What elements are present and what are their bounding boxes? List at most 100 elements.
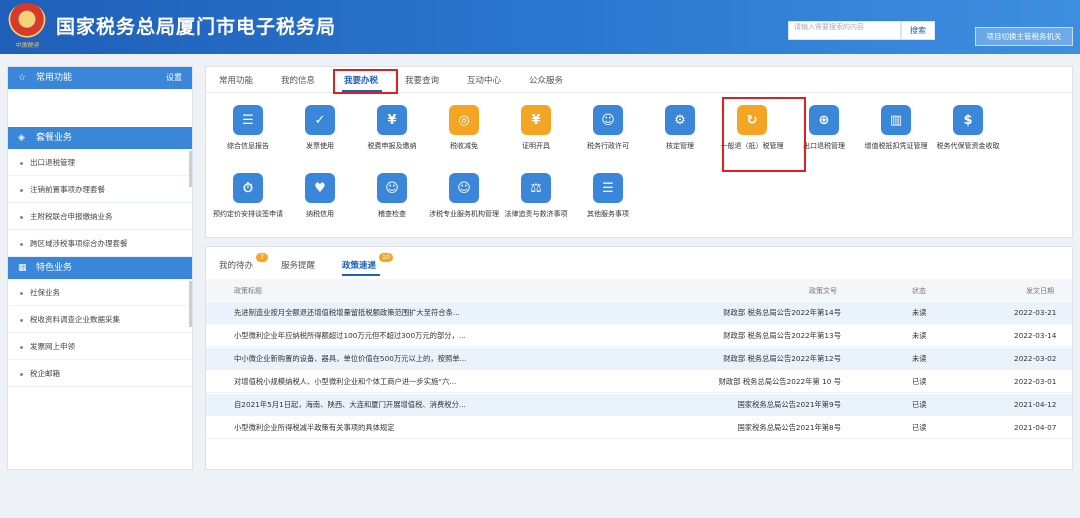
- policy-status: 未读: [912, 331, 927, 340]
- table-row[interactable]: 小型微利企业年应纳税所得额超过100万元但不超过300万元的部分，... 财政部 …: [206, 325, 1072, 347]
- col-status: 状态: [912, 287, 926, 295]
- tab-reminder[interactable]: 服务提醒: [281, 259, 315, 271]
- sidebar-item-data-collection[interactable]: 税收资料调查企业数据采集: [8, 306, 192, 333]
- sidebar-item-label: 税企邮箱: [30, 369, 60, 378]
- message-panel: 我的待办 7 服务提醒 政策速递 10 政策标题 政策文号 状态 发文日期 先进…: [205, 246, 1073, 470]
- tab-query[interactable]: 我要查询: [405, 74, 439, 86]
- service-highlight-box: [722, 97, 806, 172]
- sidebar-item-label: 发票网上申领: [30, 342, 75, 351]
- service-label: 综合信息报告: [227, 142, 269, 150]
- service-invoice-use[interactable]: ✓ 发票使用: [282, 105, 358, 151]
- sidebar-item-export-refund[interactable]: 出口退税管理: [8, 149, 192, 176]
- service-assessment[interactable]: ⚙ 核定管理: [642, 105, 718, 151]
- service-label: 税务代保管资金收取: [936, 142, 1000, 150]
- tab-my-info[interactable]: 我的信息: [281, 74, 315, 86]
- service-label: 证明开具: [522, 142, 550, 150]
- sidebar-item-deregistration[interactable]: 注销前置事项办理套餐: [8, 176, 192, 203]
- bullet-icon: [20, 372, 23, 376]
- tab-policy[interactable]: 政策速递: [342, 259, 376, 271]
- sidebar-item-label: 出口退税管理: [30, 158, 75, 167]
- service-agency-icon: ☺: [449, 173, 479, 203]
- search-input[interactable]: 请输入需要搜索的内容: [788, 21, 901, 40]
- export-refund-icon: ⊕: [809, 105, 839, 135]
- sidebar-item-mailbox[interactable]: 税企邮箱: [8, 360, 192, 387]
- service-label: 税费申报及缴纳: [367, 142, 417, 150]
- scrollbar[interactable]: [189, 281, 192, 327]
- table-row[interactable]: 先进制造业按月全额退还增值税增量留抵税额政策范围扩大至符合条... 财政部 税务总…: [206, 302, 1072, 324]
- policy-title: 小型微利企业年应纳税所得额超过100万元但不超过300万元的部分，...: [234, 331, 466, 340]
- service-info-report[interactable]: ☰ 综合信息报告: [210, 105, 286, 151]
- table-row[interactable]: 小型微利企业所得税减半政策有关事项的具体规定 国家税务总局公告2021年第8号 已读…: [206, 417, 1072, 439]
- tax-emblem-icon: [8, 3, 46, 39]
- service-inspection[interactable]: ☺ 稽查检查: [354, 173, 430, 219]
- service-label: 税收减免: [450, 142, 478, 150]
- bullet-icon: [20, 345, 23, 349]
- service-label: 纳税信用: [306, 210, 334, 218]
- table-row[interactable]: 对增值税小规模纳税人、小型微利企业和个体工商户进一步实施“六... 财政部 税务总…: [206, 371, 1072, 393]
- todo-count-badge: 7: [256, 253, 268, 262]
- sidebar-item-social-security[interactable]: 社保业务: [8, 279, 192, 306]
- assessment-icon: ⚙: [665, 105, 695, 135]
- service-tax-relief[interactable]: ◎ 税收减免: [426, 105, 502, 151]
- tab-todo[interactable]: 我的待办: [219, 259, 253, 271]
- site-title: 国家税务总局厦门市电子税务局: [56, 16, 337, 38]
- sidebar-common-header[interactable]: ☆ 常用功能 设置: [8, 67, 192, 89]
- service-label: 税务行政许可: [587, 142, 629, 150]
- service-admin-permit[interactable]: ☺ 税务行政许可: [570, 105, 646, 151]
- policy-doc-number: 国家税务总局公告2021年第9号: [737, 400, 841, 409]
- service-pricing-agreement[interactable]: ⏱ 预约定价安排谈签申请: [210, 173, 286, 219]
- sidebar-common-list: [8, 89, 192, 127]
- main-tabs: 常用功能 我的信息 我要办税 我要查询 互动中心 公众服务: [206, 67, 1072, 94]
- policy-status: 未读: [912, 354, 927, 363]
- table-row[interactable]: 自2021年5月1日起，海南、陕西、大连和厦门开展增值税、消费税分... 国家税务…: [206, 394, 1072, 416]
- policy-title: 对增值税小规模纳税人、小型微利企业和个体工商户进一步实施“六...: [234, 377, 457, 386]
- col-title: 政策标题: [234, 287, 262, 295]
- service-label: 预约定价安排谈签申请: [213, 210, 283, 218]
- vat-voucher-icon: ▥: [881, 105, 911, 135]
- scrollbar[interactable]: [189, 151, 192, 187]
- policy-date: 2022-03-21: [1014, 308, 1057, 317]
- service-custody-fund[interactable]: $ 税务代保管资金收取: [930, 105, 1006, 151]
- sidebar-package-label: 套餐业务: [36, 133, 73, 143]
- sidebar-package-header[interactable]: ◈ 套餐业务: [8, 127, 192, 149]
- sidebar-package-list: 出口退税管理 注销前置事项办理套餐 主附税联合申报缴纳业务 跨区域涉税事项综合办…: [8, 149, 192, 257]
- sidebar-item-invoice-apply[interactable]: 发票网上申领: [8, 333, 192, 360]
- service-service-agency[interactable]: ☺ 涉税专业服务机构管理: [426, 173, 502, 219]
- search-button[interactable]: 搜索: [901, 21, 935, 40]
- tab-common[interactable]: 常用功能: [219, 74, 253, 86]
- service-tax-declaration[interactable]: ¥ 税费申报及缴纳: [354, 105, 430, 151]
- service-label: 稽查检查: [378, 210, 406, 218]
- sidebar-item-cross-region[interactable]: 跨区域涉税事项综合办理套餐: [8, 230, 192, 257]
- service-legal-remedy[interactable]: ⚖ 法律追责与救济事项: [498, 173, 574, 219]
- sidebar-special-header[interactable]: ▦ 特色业务: [8, 257, 192, 279]
- other-service-icon: ☰: [593, 173, 623, 203]
- service-certificate[interactable]: ¥ 证明开具: [498, 105, 574, 151]
- policy-doc-number: 国家税务总局公告2021年第8号: [737, 423, 841, 432]
- tab-interaction[interactable]: 互动中心: [467, 74, 501, 86]
- policy-status: 已读: [912, 423, 927, 432]
- sidebar-item-label: 社保业务: [30, 288, 60, 297]
- sidebar-item-joint-declaration[interactable]: 主附税联合申报缴纳业务: [8, 203, 192, 230]
- service-tax-credit[interactable]: ♥ 纳税信用: [282, 173, 358, 219]
- service-label: 发票使用: [306, 142, 334, 150]
- policy-doc-number: 财政部 税务总局公告2022年第13号: [723, 331, 841, 340]
- switch-tax-authority-button[interactable]: 项目切换主管税务机关: [975, 27, 1073, 46]
- policy-date: 2022-03-02: [1014, 354, 1057, 363]
- settings-link[interactable]: 设置: [166, 67, 182, 89]
- service-label: 其他服务事项: [587, 210, 629, 218]
- site-header: 中国税务 国家税务总局厦门市电子税务局 请输入需要搜索的内容 搜索 项目切换主管…: [0, 0, 1080, 54]
- sidebar: ☆ 常用功能 设置 ◈ 套餐业务 出口退税管理 注销前置事项办理套餐 主附税联合申报…: [7, 66, 193, 470]
- service-label: 增值税抵扣凭证管理: [864, 142, 928, 150]
- policy-doc-number: 财政部 税务总局公告2022年第12号: [723, 354, 841, 363]
- service-other-service[interactable]: ☰ 其他服务事项: [570, 173, 646, 219]
- service-vat-voucher[interactable]: ▥ 增值税抵扣凭证管理: [858, 105, 934, 151]
- policy-doc-number: 财政部 税务总局公告2022年第 10 号: [718, 377, 841, 386]
- certificate-icon: ¥: [521, 105, 551, 135]
- policy-status: 未读: [912, 308, 927, 317]
- policy-count-badge: 10: [379, 253, 393, 262]
- table-row[interactable]: 中小微企业新购置的设备、器具，单位价值在500万元以上的，按照单... 财政部 税…: [206, 348, 1072, 370]
- tab-public-service[interactable]: 公众服务: [529, 74, 563, 86]
- sidebar-item-label: 跨区域涉税事项综合办理套餐: [30, 239, 128, 248]
- sidebar-special-list: 社保业务 税收资料调查企业数据采集 发票网上申领 税企邮箱: [8, 279, 192, 387]
- policy-date: 2021-04-07: [1014, 423, 1057, 432]
